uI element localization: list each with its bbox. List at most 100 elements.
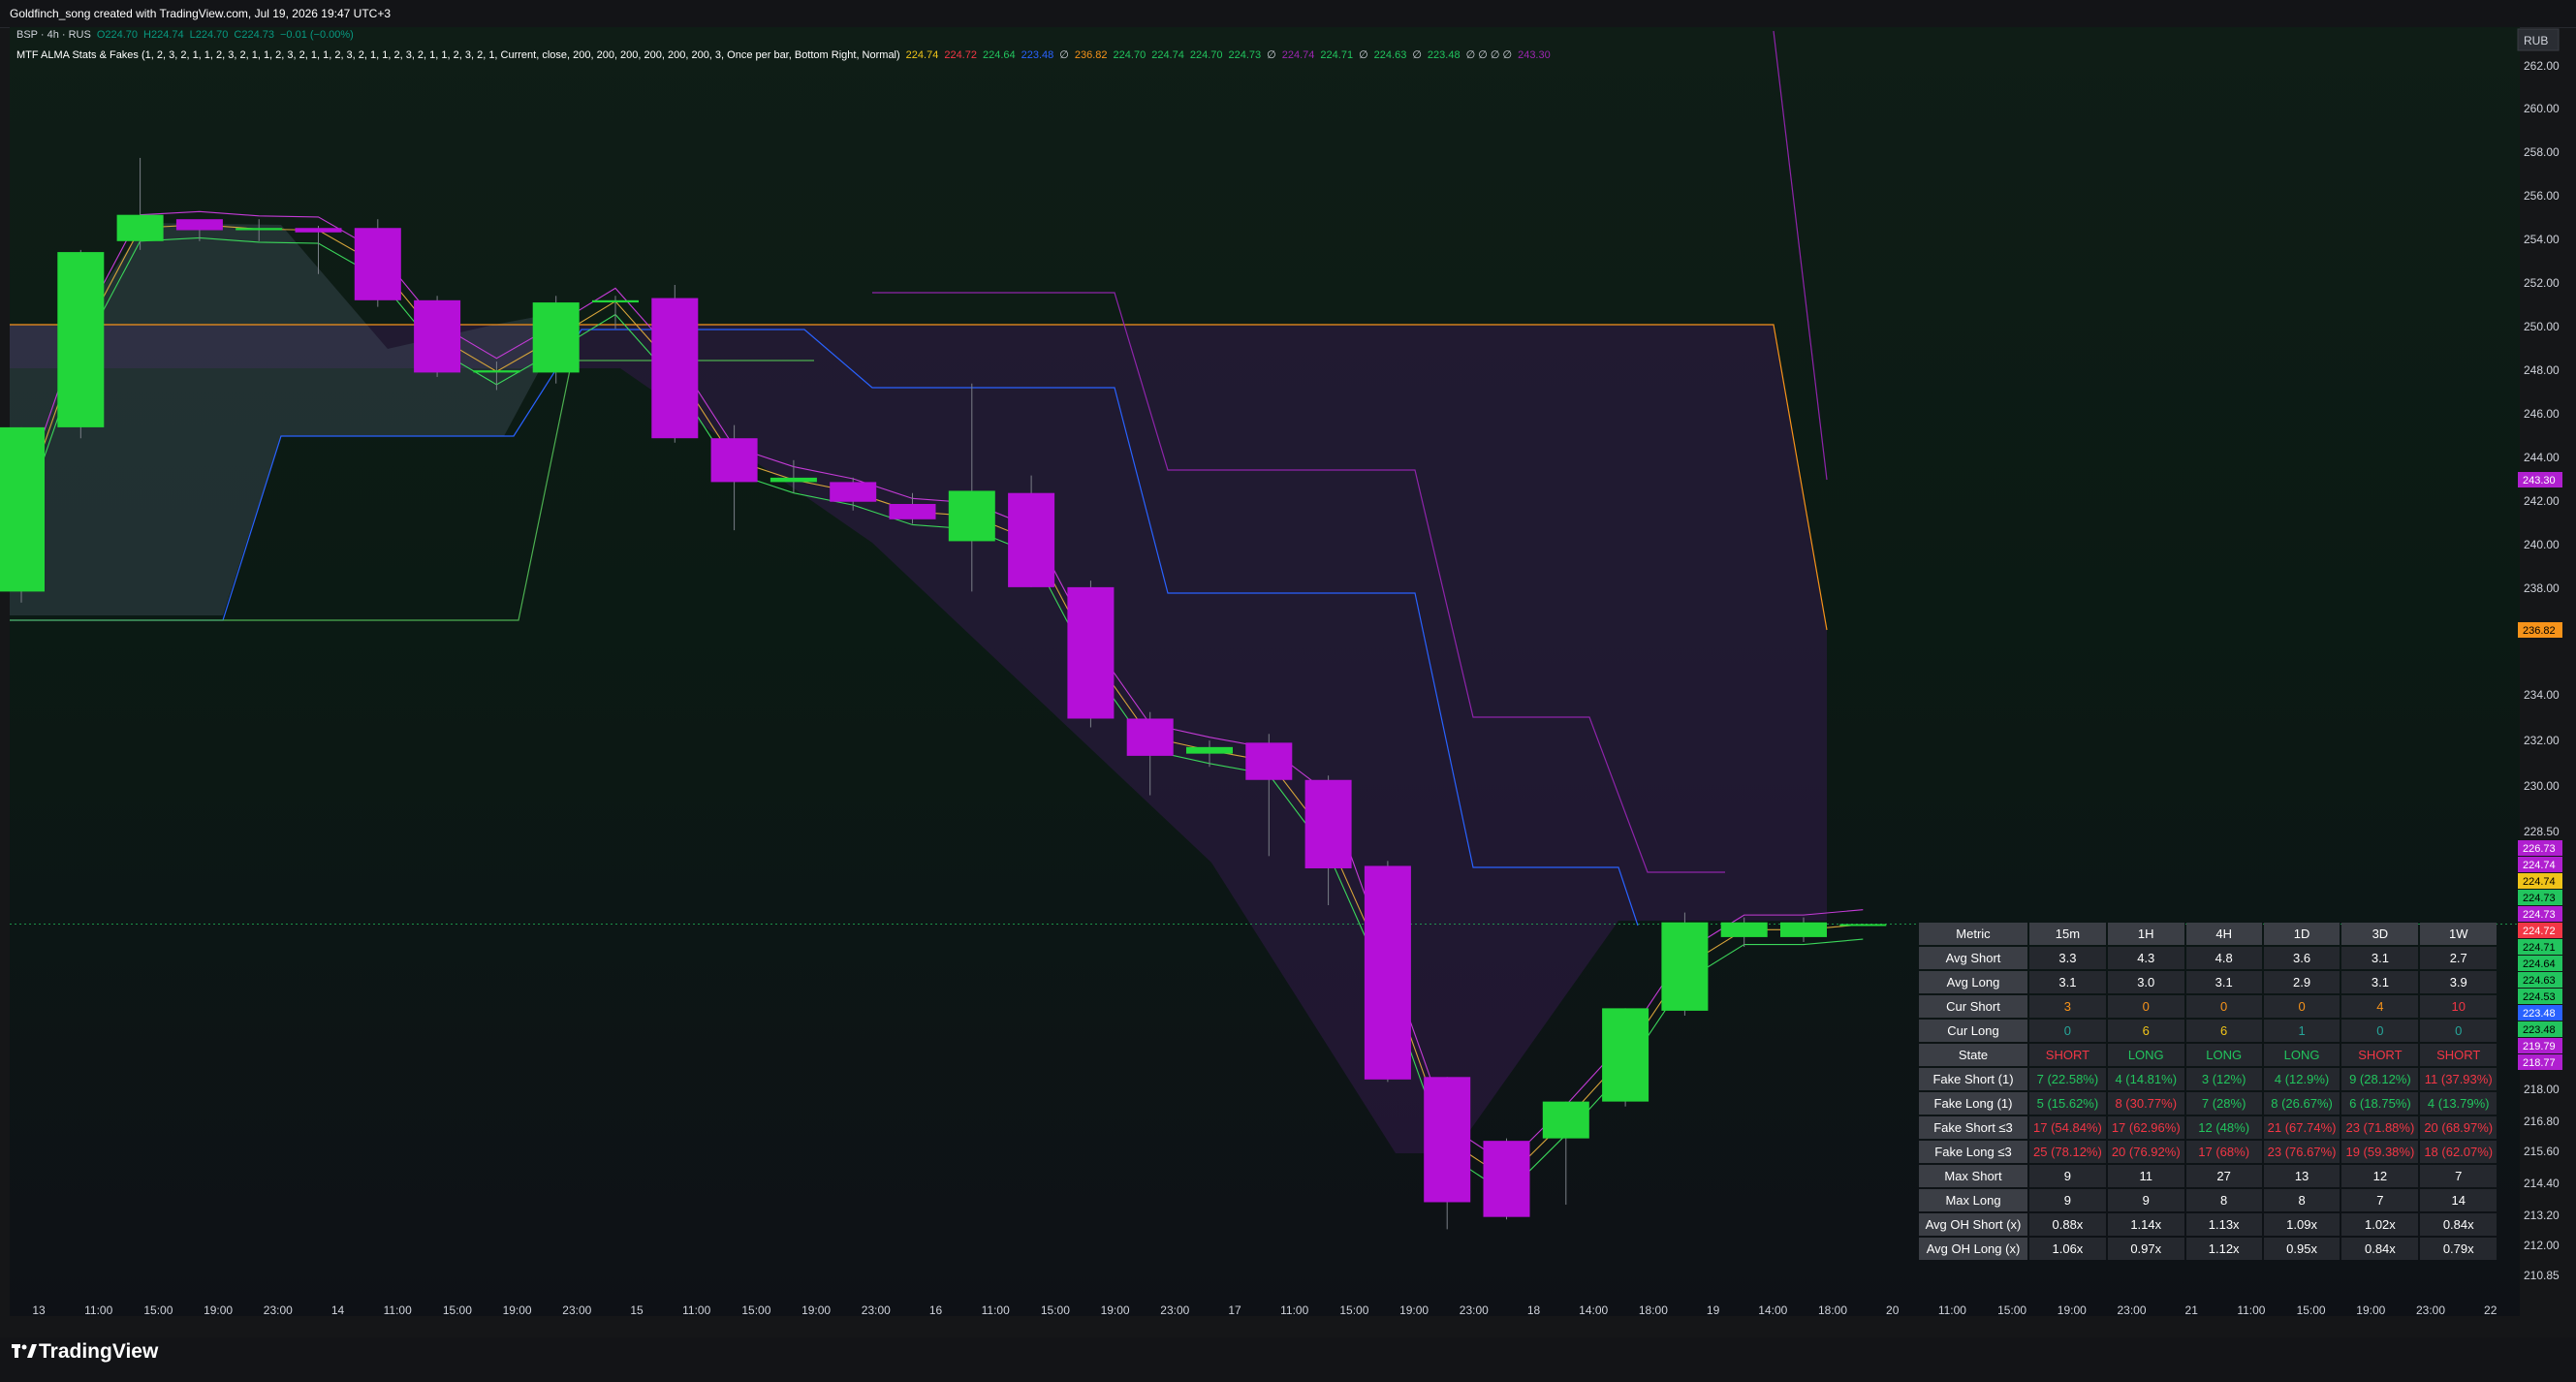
stats-value-cell: 1.02x <box>2341 1213 2419 1236</box>
stats-value-cell: 3.1 <box>2029 971 2106 993</box>
stats-row: Max Long 9 9 8 8 7 14 <box>1919 1189 2497 1211</box>
alma-cloud <box>10 223 1827 1153</box>
candle-down <box>889 504 936 519</box>
time-tick-label: 19:00 <box>1399 1303 1429 1317</box>
candle-down <box>175 219 223 231</box>
candle-up <box>948 490 995 542</box>
stats-value-cell: 20 (76.92%) <box>2107 1141 2184 1163</box>
stats-value-cell: 4 (13.79%) <box>2420 1092 2497 1115</box>
time-tick-label: 15:00 <box>443 1303 472 1317</box>
price-tag-label: 223.48 <box>2523 1008 2556 1020</box>
price-tag-label: 243.30 <box>2523 475 2556 487</box>
indicator-legend-value-15: 224.63 <box>1373 49 1407 61</box>
time-tick-label: 11:00 <box>1280 1303 1308 1317</box>
stats-metric-label: Cur Short <box>1919 995 2027 1018</box>
stats-metric-label: Avg Short <box>1919 947 2027 969</box>
stats-value-cell: 7 <box>2341 1189 2419 1211</box>
stats-value-cell: 0.84x <box>2341 1238 2419 1260</box>
candle-up <box>1780 922 1827 937</box>
stats-row: Avg Short 3.3 4.3 4.8 3.6 3.1 2.7 <box>1919 947 2497 969</box>
stats-metric-label: State <box>1919 1044 2027 1066</box>
stats-value-cell: 4 (12.9%) <box>2263 1068 2340 1090</box>
stats-value-cell: 1.14x <box>2107 1213 2184 1236</box>
stats-value-cell: 3.6 <box>2263 947 2340 969</box>
stats-row: Avg OH Short (x) 0.88x 1.14x 1.13x 1.09x 1.02… <box>1919 1213 2497 1236</box>
stats-value-cell: 7 (22.58%) <box>2029 1068 2106 1090</box>
stats-row: Avg OH Long (x) 1.06x 0.97x 1.12x 0.95x 0.84x… <box>1919 1238 2497 1260</box>
stats-value-cell: 6 <box>2107 1020 2184 1042</box>
candle-down <box>1008 492 1055 587</box>
symbol-legend[interactable]: BSP · 4h · RUS O224.70 H224.74 L224.70 C224.… <box>16 29 360 41</box>
indicator-legend-value-10: 224.73 <box>1228 49 1262 61</box>
stats-row: Max Short 9 11 27 13 12 7 <box>1919 1165 2497 1187</box>
time-tick-label: 15:00 <box>741 1303 770 1317</box>
candle-up <box>1661 922 1709 1011</box>
stats-value-cell: 10 <box>2420 995 2497 1018</box>
stats-header-cell: 1D <box>2263 923 2340 945</box>
time-tick-label: 19 <box>1707 1303 1720 1317</box>
stats-row: Cur Long 0 6 6 1 0 0 <box>1919 1020 2497 1042</box>
time-tick-label: 22 <box>2484 1303 2497 1317</box>
symbol-legend-item-2: H224.74 <box>143 29 184 41</box>
time-tick-label: 15 <box>630 1303 644 1317</box>
candle-up <box>1542 1101 1589 1139</box>
price-tag-label: 218.77 <box>2523 1057 2556 1069</box>
candle-up <box>592 299 639 303</box>
stats-metric-label: Cur Long <box>1919 1020 2027 1042</box>
candle-down <box>651 298 699 439</box>
indicator-legend-value-9: 224.70 <box>1189 49 1223 61</box>
stats-value-cell: 11 <box>2107 1165 2184 1187</box>
stats-value-cell: 20 (68.97%) <box>2420 1116 2497 1139</box>
time-tick-label: 21 <box>2185 1303 2199 1317</box>
stats-header-row: Metric 15m 1H 4H 1D 3D 1W <box>1919 923 2497 945</box>
stats-table: Metric 15m 1H 4H 1D 3D 1W Avg Short 3.3 4.3 4.8 3.6… <box>1917 921 2498 1262</box>
candle-down <box>295 228 342 233</box>
candle-down <box>414 299 461 373</box>
time-tick-label: 11:00 <box>682 1303 710 1317</box>
time-tick-label: 18:00 <box>1818 1303 1847 1317</box>
candle-down <box>710 438 758 483</box>
stats-metric-label: Max Short <box>1919 1165 2027 1187</box>
candle-down <box>1245 742 1293 780</box>
time-tick-label: 19:00 <box>2356 1303 2385 1317</box>
price-tick-label: 210.85 <box>2524 1269 2560 1282</box>
stats-metric-label: Avg OH Long (x) <box>1919 1238 2027 1260</box>
stats-row: Fake Short (1) 7 (22.58%) 4 (14.81%) 3 (12%… <box>1919 1068 2497 1090</box>
indicator-legend[interactable]: MTF ALMA Stats & Fakes (1, 2, 3, 2, 1, 1… <box>16 48 1556 61</box>
stats-metric-label: Max Long <box>1919 1189 2027 1211</box>
stats-value-cell: 3 (12%) <box>2185 1068 2262 1090</box>
price-tick-label: 244.00 <box>2524 451 2560 464</box>
price-tick-label: 228.50 <box>2524 825 2560 838</box>
stats-row: Avg Long 3.1 3.0 3.1 2.9 3.1 3.9 <box>1919 971 2497 993</box>
time-tick-label: 11:00 <box>982 1303 1010 1317</box>
indicator-legend-value-4: 223.48 <box>1021 49 1054 61</box>
stats-value-cell: 27 <box>2185 1165 2262 1187</box>
stats-value-cell: 12 (48%) <box>2185 1116 2262 1139</box>
stats-value-cell: 2.7 <box>2420 947 2497 969</box>
price-tag-label: 224.74 <box>2523 860 2556 871</box>
time-tick-label: 19:00 <box>801 1303 831 1317</box>
price-tick-label: 250.00 <box>2524 320 2560 333</box>
stats-value-cell: 4 (14.81%) <box>2107 1068 2184 1090</box>
indicator-legend-value-11: ∅ <box>1267 49 1276 61</box>
stats-value-cell: 1.13x <box>2185 1213 2262 1236</box>
time-tick-label: 11:00 <box>2237 1303 2265 1317</box>
tradingview-logo-icon <box>12 1341 37 1358</box>
stats-value-cell: 4 <box>2341 995 2419 1018</box>
time-axis: 13 11:00 15:00 19:00 23:00 14 11:00 15:00 19:00 2… <box>32 1303 2497 1317</box>
candle-down <box>1304 779 1352 868</box>
symbol-legend-item-3: L224.70 <box>189 29 229 41</box>
stats-value-cell: 3.1 <box>2341 947 2419 969</box>
stats-metric-label: Avg Long <box>1919 971 2027 993</box>
stats-value-cell: 9 (28.12%) <box>2341 1068 2419 1090</box>
time-tick-label: 23:00 <box>1160 1303 1189 1317</box>
candle-up <box>770 477 817 483</box>
price-tick-label: 262.00 <box>2524 59 2560 73</box>
tradingview-logo-text: TradingView <box>39 1340 159 1363</box>
stats-metric-label: Avg OH Short (x) <box>1919 1213 2027 1236</box>
indicator-legend-value-7: 224.70 <box>1113 49 1147 61</box>
stats-value-cell: 9 <box>2029 1165 2106 1187</box>
time-tick-label: 23:00 <box>562 1303 591 1317</box>
candle-up <box>1602 1008 1649 1102</box>
price-tick-label: 234.00 <box>2524 688 2560 702</box>
